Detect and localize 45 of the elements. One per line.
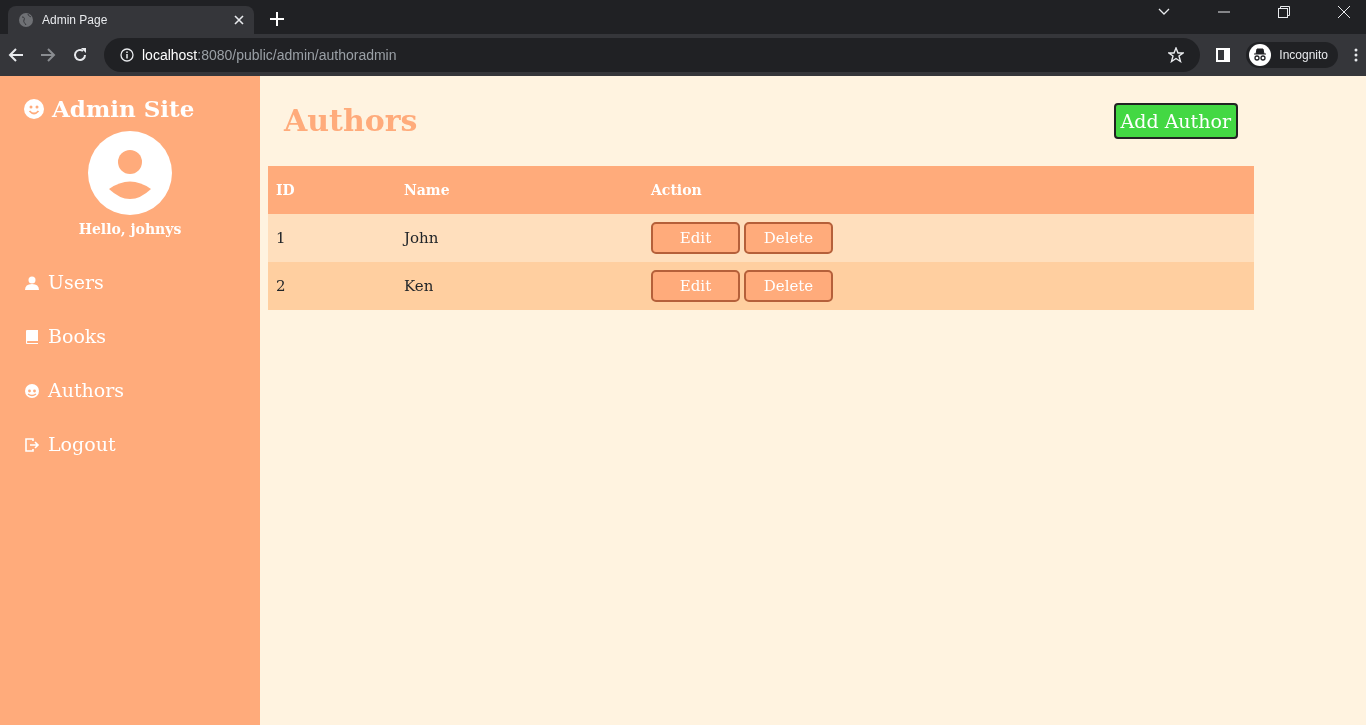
table-cell: Ken xyxy=(396,262,643,310)
table-cell: 1 xyxy=(268,214,396,262)
globe-icon xyxy=(18,12,34,28)
edit-button[interactable]: Edit xyxy=(651,222,740,254)
greeting-text: Hello, johnys xyxy=(78,219,182,239)
chevron-down-icon[interactable] xyxy=(1158,8,1170,16)
book-icon xyxy=(24,328,40,345)
restore-icon[interactable] xyxy=(1278,6,1290,18)
browser-tab[interactable]: Admin Page xyxy=(8,6,254,34)
logout-icon xyxy=(24,436,40,453)
table-cell: 2 xyxy=(268,262,396,310)
edit-button[interactable]: Edit xyxy=(651,270,740,302)
smiley-icon xyxy=(24,99,44,120)
close-icon[interactable] xyxy=(1338,6,1350,18)
star-icon[interactable] xyxy=(1168,47,1185,63)
forward-arrow-icon[interactable] xyxy=(40,47,56,63)
nav-link[interactable]: Authors xyxy=(24,363,236,418)
close-icon[interactable] xyxy=(234,15,244,25)
back-arrow-icon[interactable] xyxy=(8,47,24,63)
nav-link[interactable]: Books xyxy=(24,309,236,364)
column-header: ID xyxy=(268,166,396,214)
side-panel-icon[interactable] xyxy=(1216,48,1231,62)
tab-title: Admin Page xyxy=(42,12,109,29)
face-icon xyxy=(24,382,40,399)
avatar-icon xyxy=(88,130,172,215)
delete-button[interactable]: Delete xyxy=(744,222,833,254)
add-author-button[interactable]: Add Author xyxy=(1113,102,1238,140)
table-cell: John xyxy=(396,214,643,262)
column-header: Action xyxy=(643,166,1254,214)
menu-icon[interactable] xyxy=(1354,48,1358,62)
address-bar[interactable]: localhost:8080/public/admin/authoradmin xyxy=(104,38,1201,72)
page-title: Authors xyxy=(284,103,418,139)
reload-icon[interactable] xyxy=(72,47,88,63)
incognito-badge[interactable]: Incognito xyxy=(1246,42,1338,68)
site-title: Admin Site xyxy=(52,94,195,124)
info-icon xyxy=(120,48,134,62)
person-icon xyxy=(24,274,40,291)
nav-link[interactable]: Logout xyxy=(24,417,236,472)
nav-link[interactable]: Users xyxy=(24,255,236,310)
column-header: Name xyxy=(396,166,643,214)
incognito-icon xyxy=(1249,44,1272,66)
new-tab-icon[interactable] xyxy=(270,12,284,26)
delete-button[interactable]: Delete xyxy=(744,270,833,302)
url-text: localhost:8080/public/admin/authoradmin xyxy=(142,45,398,65)
profile-label: Incognito xyxy=(1279,47,1328,64)
